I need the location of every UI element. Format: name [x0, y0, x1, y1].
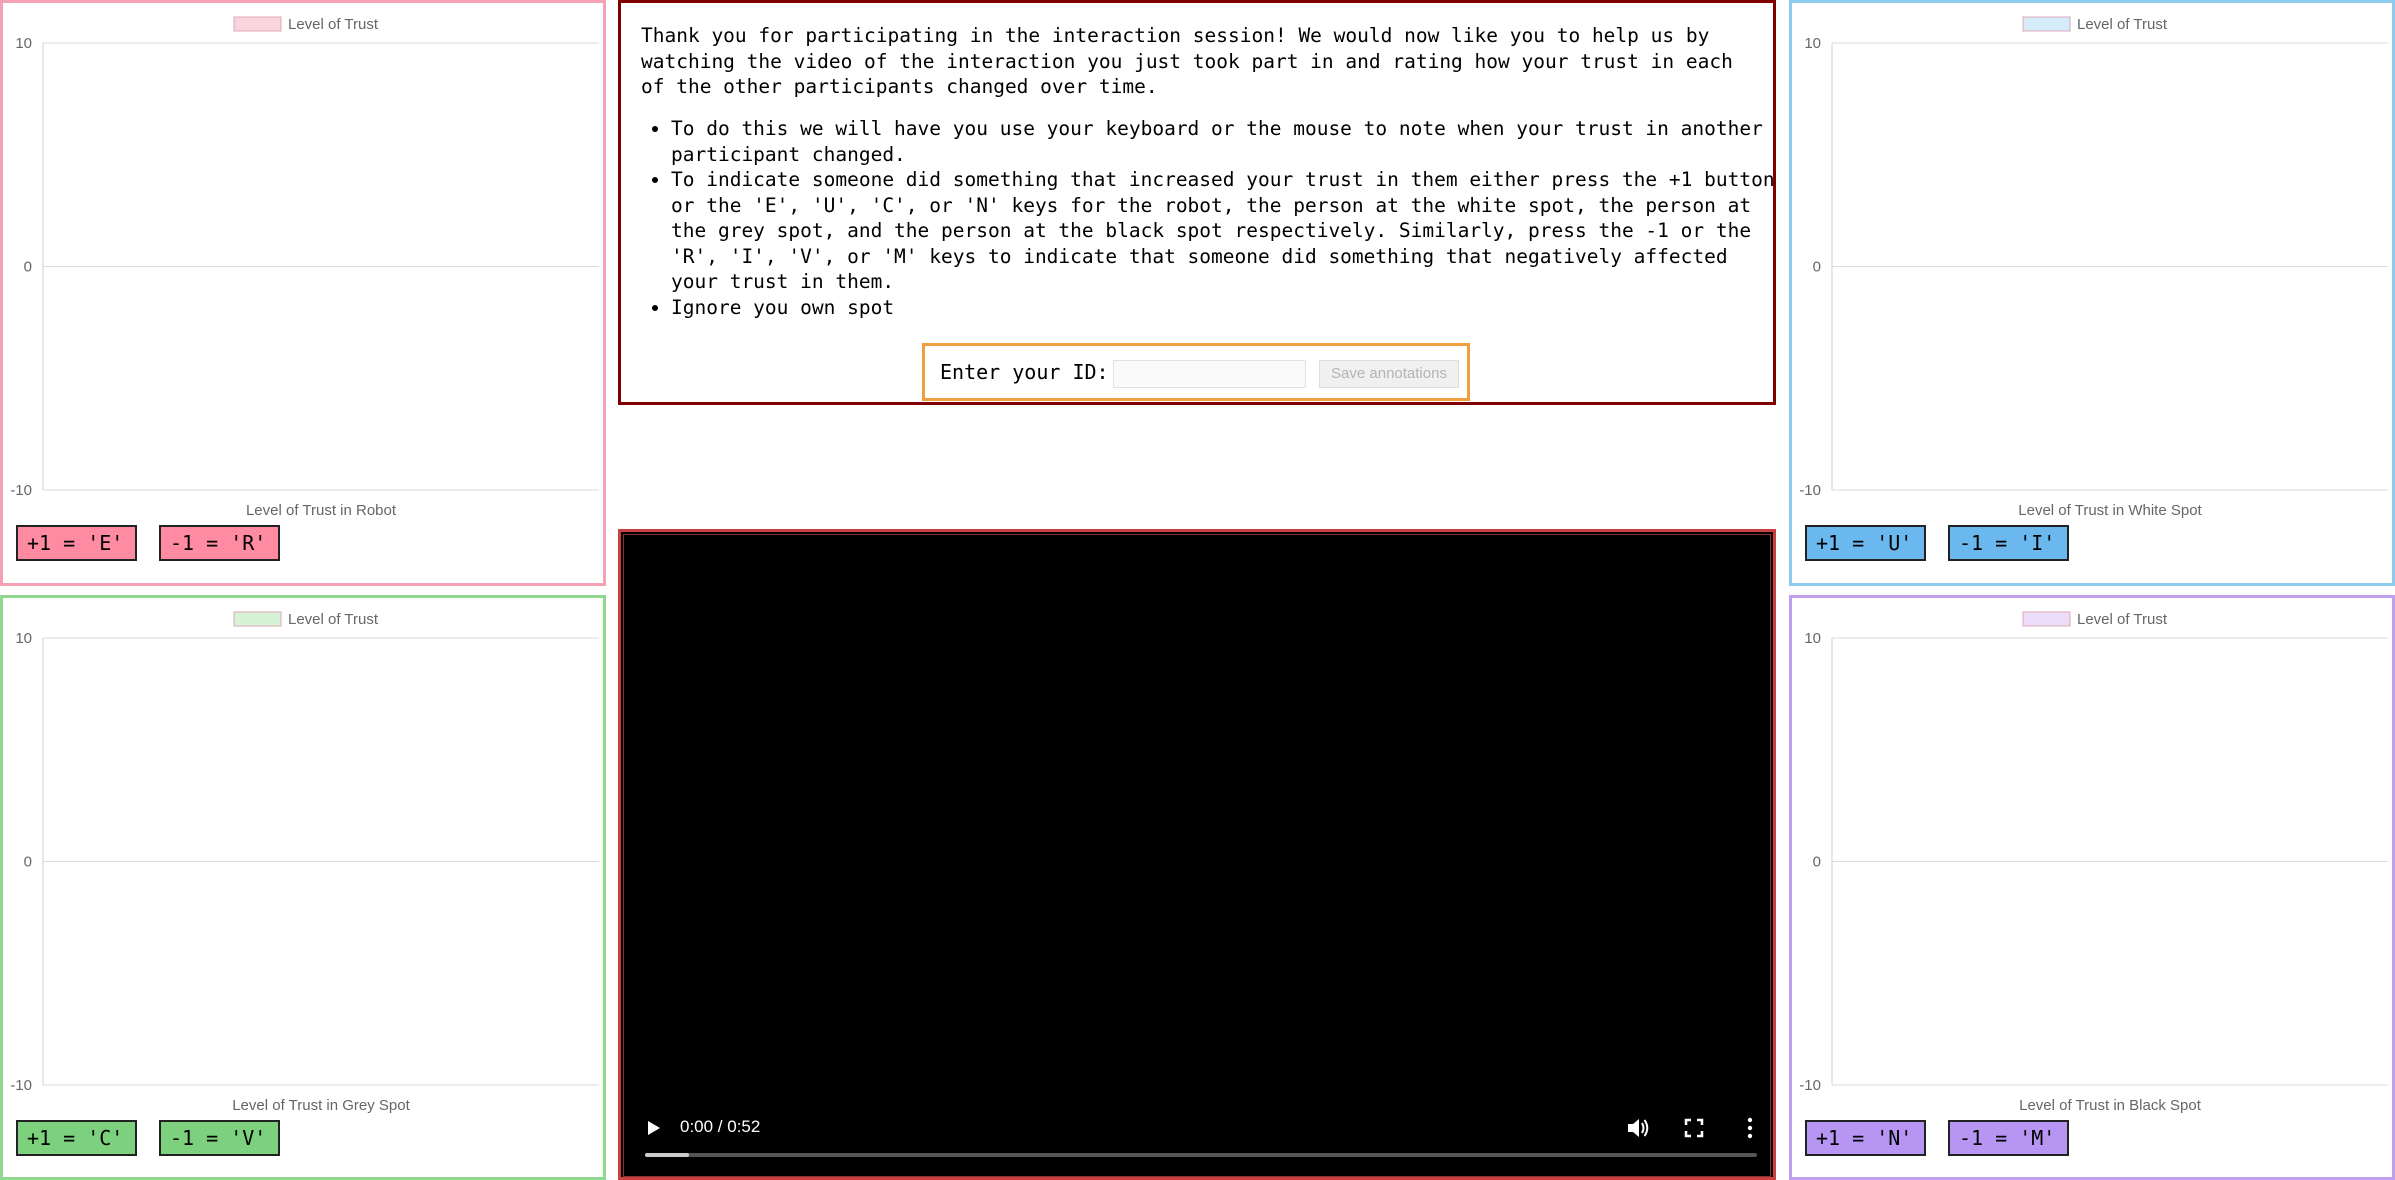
y-tick-label: 10 — [1804, 630, 1821, 647]
id-input[interactable] — [1113, 360, 1306, 388]
white-spot-trust-chart: Level of Trust 10 0 -10 Level of Trust in Wh… — [1799, 16, 2388, 519]
legend-swatch — [233, 16, 282, 32]
video-player[interactable]: 0:00 / 0:52 — [618, 529, 1776, 1180]
robot-plus-one-button[interactable]: +1 = 'E' — [16, 525, 137, 561]
legend-label: Level of Trust — [2077, 16, 2168, 33]
x-axis-label: Level of Trust in Grey Spot — [232, 1097, 410, 1114]
legend-swatch — [2022, 16, 2071, 32]
play-icon[interactable] — [646, 1119, 662, 1137]
instruction-item: To indicate someone did something that i… — [671, 167, 1779, 295]
grey-spot-trust-panel: Level of Trust 10 0 -10 Level of Trust in Gr… — [0, 595, 606, 1180]
black-spot-trust-chart: Level of Trust 10 0 -10 Level of Trust in Bl… — [1799, 611, 2388, 1114]
y-tick-label: 10 — [15, 35, 32, 52]
id-label: Enter your ID: — [940, 360, 1109, 384]
robot-trust-chart: Level of Trust 10 0 -10 Level of Trust in Ro… — [10, 16, 599, 519]
legend-swatch — [2022, 611, 2071, 627]
y-tick-label: 0 — [24, 854, 32, 871]
black-spot-trust-panel: Level of Trust 10 0 -10 Level of Trust in Bl… — [1789, 595, 2395, 1180]
legend-label: Level of Trust — [288, 16, 379, 33]
instruction-item: Ignore you own spot — [671, 295, 1779, 321]
x-axis-label: Level of Trust in White Spot — [2018, 502, 2202, 519]
black-spot-plus-one-button[interactable]: +1 = 'N' — [1805, 1120, 1926, 1156]
y-tick-label: 0 — [24, 259, 32, 276]
video-progress-fill — [645, 1153, 690, 1157]
x-axis-label: Level of Trust in Black Spot — [2019, 1097, 2202, 1114]
y-tick-label: -10 — [10, 482, 32, 499]
video-time: 0:00 / 0:52 — [680, 1117, 761, 1136]
x-axis-label: Level of Trust in Robot — [246, 502, 397, 519]
white-spot-plus-one-button[interactable]: +1 = 'U' — [1805, 525, 1926, 561]
y-tick-label: -10 — [1799, 482, 1821, 499]
instructions-list: To do this we will have you use your key… — [621, 116, 1779, 320]
robot-trust-panel: Level of Trust 10 0 -10 Level of Trust in Ro… — [0, 0, 606, 586]
id-entry-box: Enter your ID: Save annotations — [922, 343, 1470, 401]
legend-label: Level of Trust — [2077, 611, 2168, 628]
video-progress-bar[interactable] — [645, 1153, 1757, 1157]
grey-spot-trust-chart: Level of Trust 10 0 -10 Level of Trust in Gr… — [10, 611, 599, 1114]
y-tick-label: -10 — [10, 1077, 32, 1094]
y-tick-label: 0 — [1813, 259, 1821, 276]
legend-label: Level of Trust — [288, 611, 379, 628]
y-tick-label: 10 — [1804, 35, 1821, 52]
fullscreen-icon[interactable] — [1684, 1118, 1704, 1138]
white-spot-minus-one-button[interactable]: -1 = 'I' — [1948, 525, 2069, 561]
volume-icon[interactable] — [1626, 1117, 1650, 1139]
black-spot-minus-one-button[interactable]: -1 = 'M' — [1948, 1120, 2069, 1156]
y-tick-label: 0 — [1813, 854, 1821, 871]
more-options-icon[interactable] — [1746, 1117, 1754, 1139]
legend-swatch — [233, 611, 282, 627]
instruction-item: To do this we will have you use your key… — [671, 116, 1779, 167]
white-spot-trust-panel: Level of Trust 10 0 -10 Level of Trust in Wh… — [1789, 0, 2395, 586]
save-annotations-button[interactable]: Save annotations — [1319, 360, 1459, 388]
robot-minus-one-button[interactable]: -1 = 'R' — [159, 525, 280, 561]
instructions-intro: Thank you for participating in the inter… — [641, 24, 1733, 98]
grey-spot-minus-one-button[interactable]: -1 = 'V' — [159, 1120, 280, 1156]
video-frame[interactable]: 0:00 / 0:52 — [623, 534, 1771, 1177]
grey-spot-plus-one-button[interactable]: +1 = 'C' — [16, 1120, 137, 1156]
y-tick-label: 10 — [15, 630, 32, 647]
y-tick-label: -10 — [1799, 1077, 1821, 1094]
